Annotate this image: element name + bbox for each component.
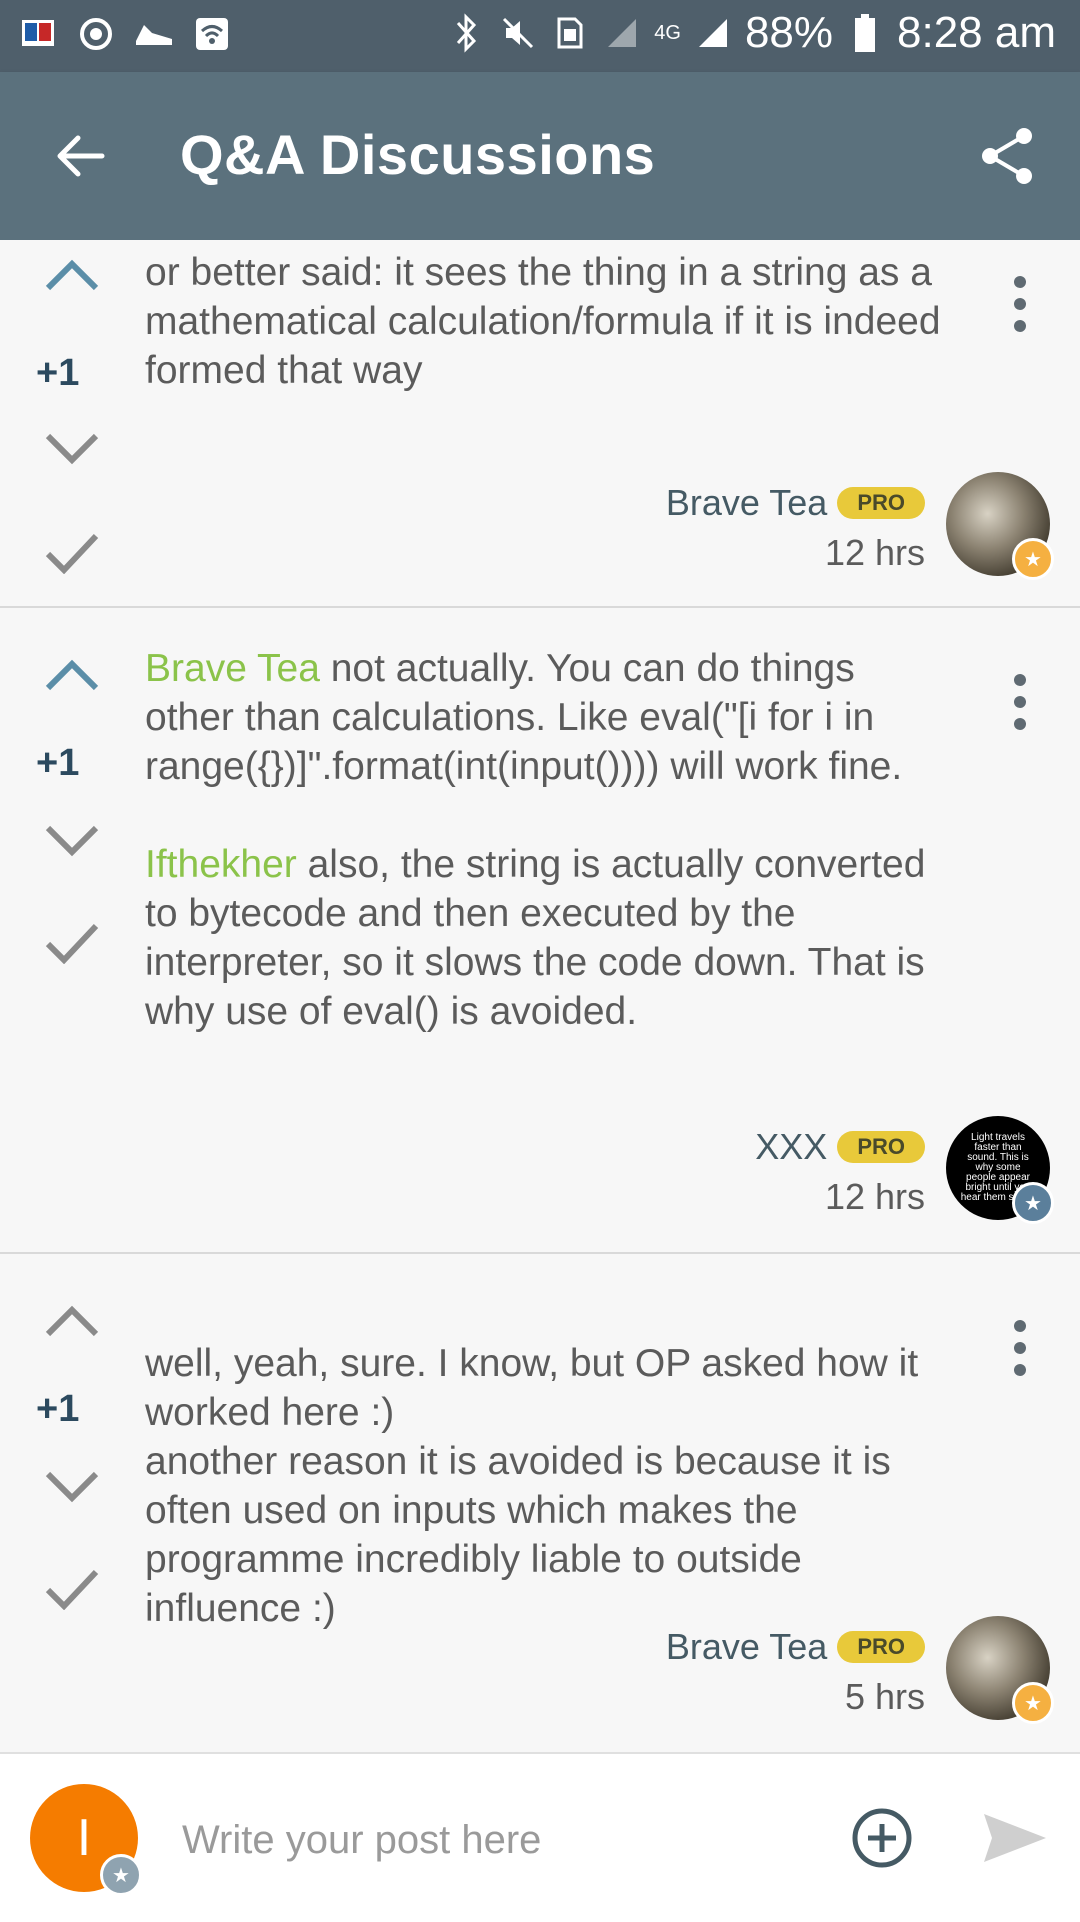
signal-icon-2 <box>693 13 733 53</box>
star-badge-icon: ★ <box>1012 1682 1054 1724</box>
downvote-chevron-down-icon[interactable] <box>42 820 102 864</box>
accept-checkmark-icon[interactable] <box>42 920 102 965</box>
accept-checkmark-icon[interactable] <box>42 1566 102 1611</box>
more-vertical-icon[interactable] <box>1002 668 1038 748</box>
network-type: 4G <box>654 22 681 44</box>
post-composer: I ★ <box>0 1752 1080 1922</box>
post-time: 12 hrs <box>824 1176 925 1218</box>
page-title: Q&A Discussions <box>180 123 656 186</box>
vote-count: +1 <box>36 352 80 394</box>
wifi-app-icon <box>192 14 232 54</box>
mention-link[interactable]: Brave Tea <box>145 647 320 690</box>
bluetooth-icon <box>446 13 486 53</box>
post-paragraph: Brave Tea not actually. You can do thing… <box>145 644 945 791</box>
answer-post: +1 or better said: it sees the thing in … <box>0 240 1080 608</box>
clock: 8:28 am <box>897 8 1056 57</box>
answer-post: +1 well, yeah, sure. I know, but OP aske… <box>0 1254 1080 1750</box>
system-indicators: 4G 88% 8:28 am <box>446 8 1056 58</box>
spiral-app-icon <box>76 14 116 54</box>
vote-count: +1 <box>36 1388 80 1430</box>
downvote-chevron-down-icon[interactable] <box>42 1466 102 1510</box>
post-input[interactable] <box>180 1804 804 1876</box>
star-badge-icon: ★ <box>1012 1182 1054 1224</box>
upvote-chevron-up-icon[interactable] <box>42 652 102 696</box>
notification-icons <box>18 14 232 54</box>
upvote-chevron-up-icon[interactable] <box>42 252 102 296</box>
mute-icon <box>498 13 538 53</box>
avatar[interactable]: ★ <box>946 1616 1054 1724</box>
star-badge-icon: ★ <box>1012 538 1054 580</box>
accept-checkmark-icon[interactable] <box>42 530 102 575</box>
battery-icon <box>845 13 885 53</box>
author-info: Brave Tea PRO 5 hrs <box>666 1624 925 1718</box>
send-icon[interactable] <box>980 1808 1050 1868</box>
post-paragraph: Ifthekher also, the string is actually c… <box>145 840 945 1036</box>
dictionary-app-icon <box>18 14 58 54</box>
upvote-chevron-up-icon[interactable] <box>42 1298 102 1342</box>
post-body: Brave Tea not actually. You can do thing… <box>145 644 945 1036</box>
share-icon[interactable] <box>976 124 1040 188</box>
author-name[interactable]: XXX <box>755 1126 827 1168</box>
sim-icon <box>550 13 590 53</box>
avatar[interactable]: ★ <box>946 472 1054 580</box>
post-body: or better said: it sees the thing in a s… <box>145 248 945 395</box>
pro-badge: PRO <box>837 1131 925 1164</box>
app-bar: Q&A Discussions <box>0 72 1080 240</box>
answer-post: +1 Brave Tea not actually. You can do th… <box>0 608 1080 1254</box>
more-vertical-icon[interactable] <box>1002 1314 1038 1394</box>
author-info: XXX PRO 12 hrs <box>755 1124 925 1218</box>
author-name[interactable]: Brave Tea <box>666 1626 827 1668</box>
user-avatar-letter: I <box>76 1809 92 1867</box>
pro-badge: PRO <box>837 487 925 520</box>
star-badge-icon: ★ <box>100 1854 142 1896</box>
post-paragraph: well, yeah, sure. I know, but OP asked h… <box>145 1339 945 1633</box>
status-bar: 4G 88% 8:28 am <box>0 0 1080 72</box>
user-avatar[interactable]: I ★ <box>30 1784 142 1896</box>
more-vertical-icon[interactable] <box>1002 270 1038 350</box>
pro-badge: PRO <box>837 1631 925 1664</box>
battery-percent: 88% <box>744 8 834 57</box>
signal-icon-1 <box>602 13 642 53</box>
plus-circle-icon[interactable] <box>850 1806 914 1870</box>
author-name[interactable]: Brave Tea <box>666 482 827 524</box>
vote-count: +1 <box>36 742 80 784</box>
post-paragraph: or better said: it sees the thing in a s… <box>145 248 945 395</box>
mention-link[interactable]: Ifthekher <box>145 843 297 886</box>
post-time: 12 hrs <box>824 532 925 574</box>
post-time: 5 hrs <box>844 1676 925 1718</box>
back-arrow-icon[interactable] <box>50 126 110 186</box>
paragraph-text: well, yeah, sure. I know, but OP asked h… <box>145 1342 919 1630</box>
paragraph-text: or better said: it sees the thing in a s… <box>145 251 941 392</box>
author-info: Brave Tea PRO 12 hrs <box>666 480 925 574</box>
downvote-chevron-down-icon[interactable] <box>42 428 102 472</box>
avatar[interactable]: Light travels faster than sound. This is… <box>946 1116 1054 1224</box>
shoe-app-icon <box>134 14 174 54</box>
